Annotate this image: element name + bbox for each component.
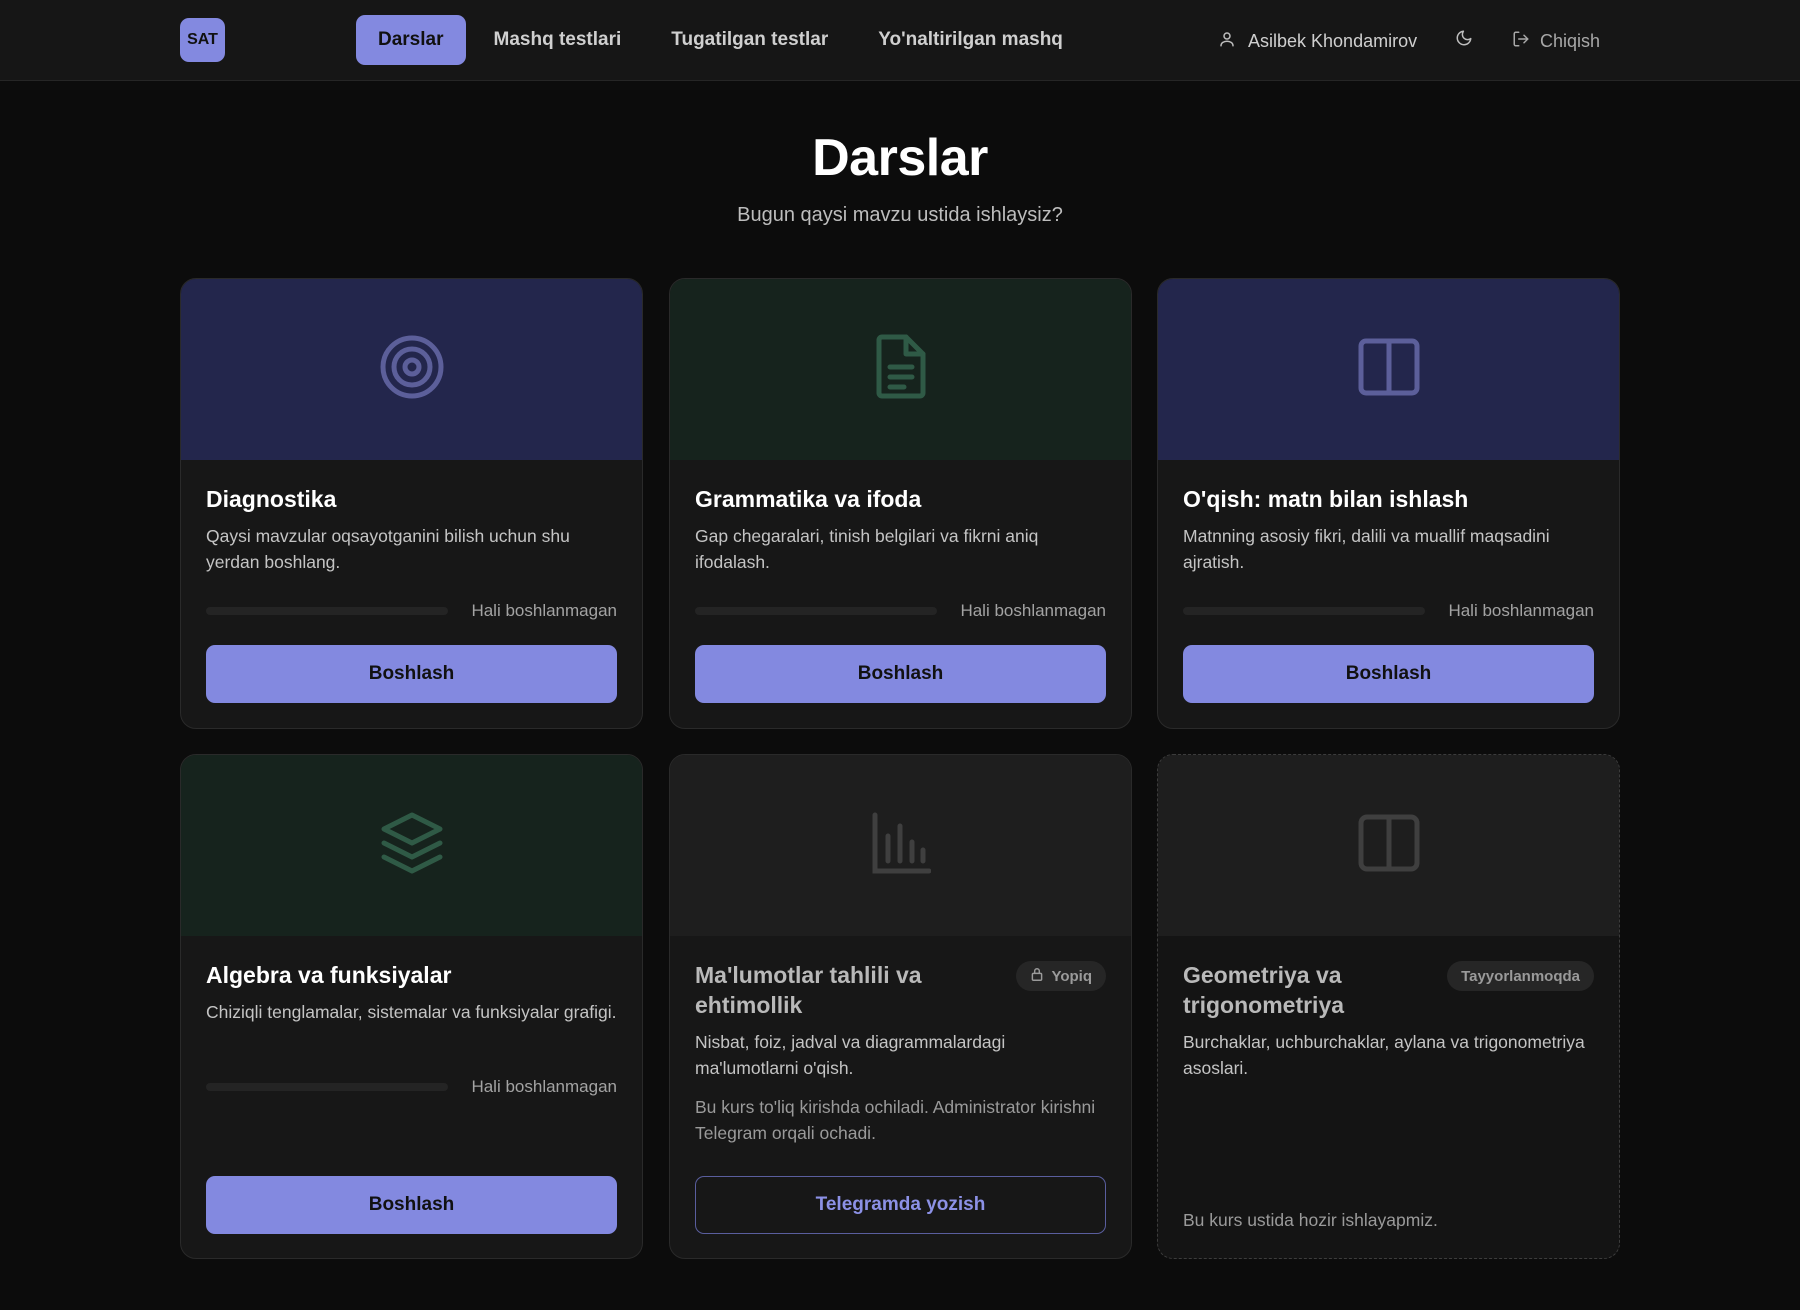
- page-title: Darslar: [812, 129, 988, 187]
- progress-row: Hali boshlanmagan: [206, 601, 617, 621]
- card-hero: [1158, 279, 1619, 460]
- progress-row: Hali boshlanmagan: [1183, 601, 1594, 621]
- user-icon: [1218, 30, 1236, 53]
- target-icon: [379, 334, 445, 405]
- moon-icon: [1455, 29, 1473, 52]
- card-title: Diagnostika: [206, 486, 337, 512]
- badge-label: Yopiq: [1051, 967, 1092, 985]
- user-name: Asilbek Khondamirov: [1248, 30, 1418, 51]
- card-description: Matnning asosiy fikri, dalili va muallif…: [1183, 526, 1550, 572]
- card-hero: [670, 279, 1131, 460]
- logout-icon: [1512, 30, 1530, 53]
- card-body: O'qish: matn bilan ishlash Matnning asos…: [1158, 484, 1619, 575]
- card-description: Chiziqli tenglamalar, sistemalar va funk…: [206, 1002, 617, 1022]
- progress-status: Hali boshlanmagan: [471, 601, 617, 620]
- start-button[interactable]: Boshlash: [206, 645, 617, 703]
- layers-icon: [380, 811, 444, 880]
- card-access-note: Bu kurs to'liq kirishda ochiladi. Admini…: [695, 1097, 1096, 1143]
- nav-tab-yonaltirilgan-mashq[interactable]: Yo'naltirilgan mashq: [856, 15, 1085, 65]
- sat-logo[interactable]: SAT: [180, 18, 225, 62]
- card-hero: [670, 755, 1131, 936]
- progress-bar: [1183, 607, 1425, 615]
- course-card-malumotlar: Ma'lumotlar tahlili va ehtimollik Nisbat…: [669, 754, 1132, 1259]
- nav-tab-tugatilgan-testlar[interactable]: Tugatilgan testlar: [649, 15, 850, 65]
- card-description: Nisbat, foiz, jadval va diagrammalardagi…: [695, 1032, 1006, 1078]
- page-subtitle: Bugun qaysi mavzu ustida ishlaysiz?: [737, 204, 1063, 226]
- columns-icon: [1358, 814, 1420, 877]
- coming-soon-badge: Tayyorlanmoqda: [1447, 961, 1594, 991]
- card-footnote: Bu kurs ustida hozir ishlayapmiz.: [1183, 1210, 1438, 1230]
- course-card-oqish: O'qish: matn bilan ishlash Matnning asos…: [1157, 278, 1620, 729]
- card-hero: [181, 755, 642, 936]
- card-description: Qaysi mavzular oqsayotganini bilish uchu…: [206, 526, 570, 572]
- lock-icon: [1030, 967, 1044, 986]
- main-nav: Darslar Mashq testlari Tugatilgan testla…: [356, 15, 1085, 65]
- nav-tab-darslar[interactable]: Darslar: [356, 15, 466, 65]
- card-title: O'qish: matn bilan ishlash: [1183, 486, 1469, 512]
- logout-button[interactable]: Chiqish: [1512, 28, 1600, 54]
- course-card-grammatika: Grammatika va ifoda Gap chegaralari, tin…: [669, 278, 1132, 729]
- card-title: Ma'lumotlar tahlili va ehtimollik: [695, 962, 922, 1018]
- card-title: Geometriya va trigonometriya: [1183, 962, 1345, 1018]
- book-open-icon: [1358, 336, 1420, 403]
- nav-tab-mashq-testlari[interactable]: Mashq testlari: [472, 15, 644, 65]
- card-body: Algebra va funksiyalar Chiziqli tenglama…: [181, 960, 642, 1025]
- start-button[interactable]: Boshlash: [695, 645, 1106, 703]
- card-body: Grammatika va ifoda Gap chegaralari, tin…: [670, 484, 1131, 575]
- progress-status: Hali boshlanmagan: [1448, 601, 1594, 620]
- card-hero: [1158, 755, 1619, 936]
- locked-badge: Yopiq: [1016, 961, 1106, 991]
- bar-chart-icon: [871, 812, 931, 879]
- progress-row: Hali boshlanmagan: [695, 601, 1106, 621]
- card-title: Algebra va funksiyalar: [206, 962, 452, 988]
- badge-label: Tayyorlanmoqda: [1461, 967, 1580, 985]
- card-hero: [181, 279, 642, 460]
- start-button[interactable]: Boshlash: [1183, 645, 1594, 703]
- progress-bar: [206, 607, 448, 615]
- card-title: Grammatika va ifoda: [695, 486, 922, 512]
- course-card-diagnostika: Diagnostika Qaysi mavzular oqsayotganini…: [180, 278, 643, 729]
- card-description: Gap chegaralari, tinish belgilari va fik…: [695, 526, 1039, 572]
- top-navbar: SAT Darslar Mashq testlari Tugatilgan te…: [0, 0, 1800, 81]
- theme-toggle-button[interactable]: [1454, 30, 1474, 50]
- user-profile[interactable]: Asilbek Khondamirov: [1218, 28, 1417, 54]
- progress-bar: [695, 607, 937, 615]
- document-icon: [875, 334, 927, 405]
- card-description: Burchaklar, uchburchaklar, aylana va tri…: [1183, 1032, 1585, 1078]
- card-body: Diagnostika Qaysi mavzular oqsayotganini…: [181, 484, 642, 575]
- progress-bar: [206, 1083, 448, 1091]
- telegram-contact-button[interactable]: Telegramda yozish: [695, 1176, 1106, 1234]
- logout-label: Chiqish: [1540, 30, 1601, 51]
- progress-status: Hali boshlanmagan: [960, 601, 1106, 620]
- progress-status: Hali boshlanmagan: [471, 1077, 617, 1096]
- course-card-algebra: Algebra va funksiyalar Chiziqli tenglama…: [180, 754, 643, 1259]
- course-card-geometriya: Geometriya va trigonometriya Burchaklar,…: [1157, 754, 1620, 1259]
- progress-row: Hali boshlanmagan: [206, 1077, 617, 1097]
- start-button[interactable]: Boshlash: [206, 1176, 617, 1234]
